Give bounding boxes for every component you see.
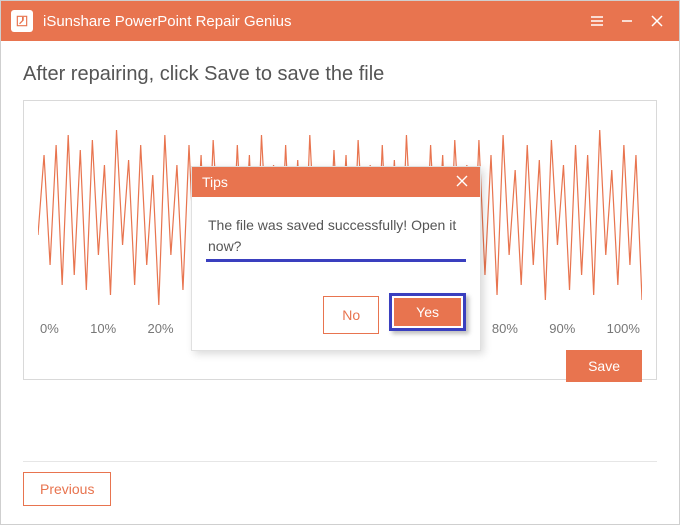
title-bar: iSunshare PowerPoint Repair Genius (1, 1, 679, 41)
yes-button[interactable]: Yes (394, 298, 461, 326)
dialog-title-bar: Tips (192, 167, 480, 197)
x-tick: 100% (607, 321, 640, 336)
x-tick: 90% (549, 321, 575, 336)
footer-divider (23, 461, 657, 462)
x-tick: 10% (90, 321, 116, 336)
dialog-message: The file was saved successfully! Open it… (208, 215, 464, 257)
dialog-close-icon[interactable] (454, 174, 470, 190)
yes-button-highlight: Yes (389, 293, 466, 331)
close-icon[interactable] (649, 13, 665, 29)
highlight-underline (206, 259, 466, 262)
x-tick: 20% (148, 321, 174, 336)
menu-icon[interactable] (589, 13, 605, 29)
app-logo-icon (11, 10, 33, 32)
previous-button[interactable]: Previous (23, 472, 111, 506)
page-heading: After repairing, click Save to save the … (23, 63, 657, 86)
x-tick: 80% (492, 321, 518, 336)
dialog-title-text: Tips (202, 174, 228, 190)
minimize-icon[interactable] (619, 13, 635, 29)
app-title: iSunshare PowerPoint Repair Genius (43, 13, 589, 30)
x-tick: 0% (40, 321, 59, 336)
save-button[interactable]: Save (566, 350, 642, 382)
tips-dialog: Tips The file was saved successfully! Op… (191, 166, 481, 351)
no-button[interactable]: No (323, 296, 379, 334)
